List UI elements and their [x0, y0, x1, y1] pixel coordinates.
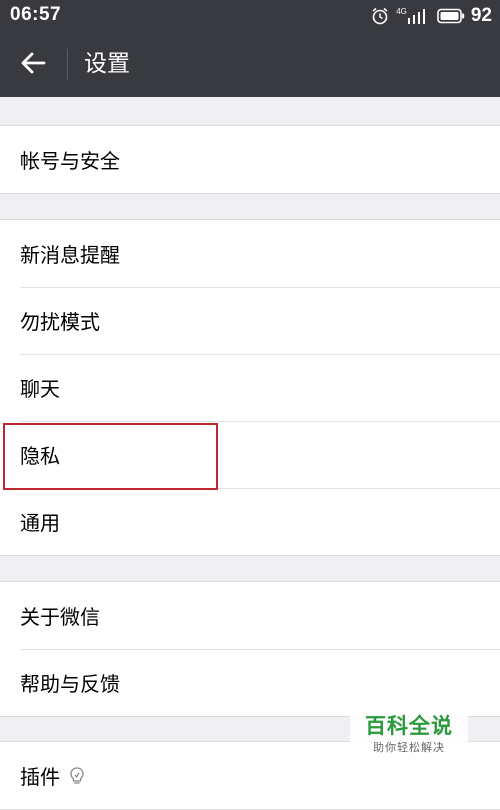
top-app-bar: 设置	[0, 32, 500, 97]
settings-item-chats[interactable]: 聊天	[0, 354, 500, 421]
settings-item-label: 勿扰模式	[20, 310, 100, 334]
header-divider	[67, 49, 68, 80]
settings-group-about: 关于微信 帮助与反馈	[0, 581, 500, 717]
settings-item-label: 插件	[20, 765, 60, 789]
settings-item-do-not-disturb[interactable]: 勿扰模式	[0, 287, 500, 354]
settings-item-account-security[interactable]: 帐号与安全	[0, 126, 500, 193]
settings-group-account: 帐号与安全	[0, 125, 500, 194]
watermark-logo: 百科全说 助你轻松解决	[350, 712, 468, 764]
page-title: 设置	[84, 51, 130, 77]
alarm-clock-icon	[370, 6, 390, 26]
battery-icon	[437, 8, 465, 24]
network-type-label: 4G	[396, 6, 407, 16]
settings-group-general: 新消息提醒 勿扰模式 聊天 隐私 通用	[0, 219, 500, 556]
settings-item-label: 帮助与反馈	[20, 672, 120, 696]
watermark-title: 百科全说	[365, 714, 453, 738]
settings-item-help-feedback[interactable]: 帮助与反馈	[0, 649, 500, 716]
settings-item-privacy[interactable]: 隐私	[0, 421, 500, 488]
watermark-subtitle: 助你轻松解决	[373, 741, 445, 754]
status-icons: 4G 92	[370, 4, 492, 28]
arrow-left-icon	[20, 51, 46, 79]
back-button[interactable]	[12, 44, 54, 86]
settings-item-label: 通用	[20, 511, 60, 535]
settings-item-label: 隐私	[20, 444, 60, 468]
settings-item-label: 新消息提醒	[20, 243, 120, 267]
lightbulb-icon	[68, 766, 86, 786]
settings-item-label: 聊天	[20, 377, 60, 401]
status-bar: 06:57 4G 92	[0, 0, 500, 32]
status-time: 06:57	[10, 4, 62, 25]
settings-item-new-message-alerts[interactable]: 新消息提醒	[0, 220, 500, 287]
settings-item-label: 关于微信	[20, 605, 100, 629]
settings-item-label: 帐号与安全	[20, 149, 120, 173]
signal-bars-icon	[407, 7, 429, 25]
settings-item-about-wechat[interactable]: 关于微信	[0, 582, 500, 649]
settings-item-general[interactable]: 通用	[0, 488, 500, 555]
battery-level-text: 92	[470, 5, 492, 26]
